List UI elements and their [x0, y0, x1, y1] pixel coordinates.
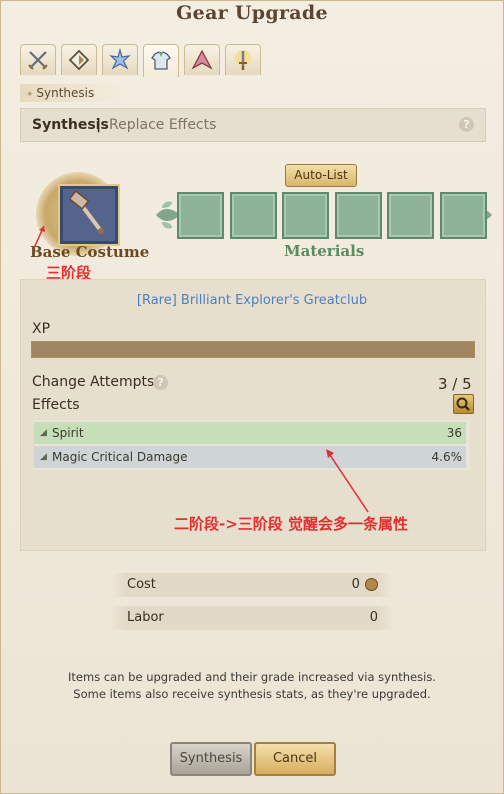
material-slot[interactable] — [439, 192, 487, 239]
greatclub-icon — [63, 189, 115, 241]
labor-row: Labor 0 — [110, 606, 394, 630]
help-icon[interactable]: ? — [459, 117, 474, 132]
change-attempts-text: Change Attempts — [32, 374, 155, 390]
subtab-separator: | — [96, 117, 102, 133]
xp-bar — [31, 341, 475, 358]
effect-value: 36 — [446, 426, 462, 440]
footnote-line-2: Some items also receive synthesis stats,… — [73, 687, 431, 701]
effect-bullet-icon: ◢ — [40, 428, 47, 438]
auto-list-button[interactable]: Auto-List — [285, 164, 357, 187]
breadcrumb-bullet-icon: ✦ — [26, 90, 37, 100]
info-footnote: Items can be upgraded and their grade in… — [0, 669, 504, 703]
cancel-button[interactable]: Cancel — [254, 742, 336, 776]
footnote-line-1: Items can be upgraded and their grade in… — [68, 670, 436, 684]
cost-amount: 0 — [351, 577, 360, 592]
effects-annotation-arrow-icon — [326, 449, 369, 513]
breadcrumb-label: Synthesis — [36, 86, 95, 100]
tab-ship[interactable] — [184, 44, 220, 75]
cost-row: Cost 0 — [110, 573, 394, 597]
effects-label: Effects — [32, 397, 80, 413]
arrowhead-icon — [191, 49, 213, 70]
effects-list: ◢ Spirit 36 ◢ Magic Critical Damage 4.6% — [34, 420, 470, 470]
gear-upgrade-window: Gear Upgrade ✦ Synthesis Synthesis | Rep… — [0, 0, 504, 794]
materials-label: Materials — [284, 242, 365, 260]
item-info-panel — [20, 279, 486, 551]
category-tabs — [20, 44, 266, 77]
change-attempts-label: Change Attempts — [32, 374, 154, 390]
cost-value: 0 — [352, 573, 378, 597]
xp-label: XP — [32, 321, 51, 337]
effect-row: ◢ Spirit 36 — [34, 422, 466, 444]
breadcrumb: ✦ Synthesis — [20, 84, 126, 102]
material-slots — [177, 192, 492, 239]
material-slot[interactable] — [177, 192, 224, 239]
sword-upgrade-icon — [235, 50, 251, 70]
tab-upgrade[interactable] — [225, 44, 261, 75]
gold-coin-icon — [365, 578, 378, 591]
item-name: [Rare] Brilliant Explorer's Greatclub — [136, 293, 368, 308]
effects-annotation: 二阶段->三阶段 觉醒会多一条属性 — [174, 515, 409, 533]
diamond-shield-icon — [68, 49, 90, 71]
crossed-swords-icon — [28, 51, 48, 70]
labor-label: Labor — [127, 610, 164, 625]
subtab-bar: Synthesis | Replace Effects ? — [20, 108, 486, 142]
effects-search-button[interactable] — [453, 394, 474, 414]
effect-row: ◢ Magic Critical Damage 4.6% — [34, 446, 466, 468]
xp-bar-fill — [32, 342, 474, 357]
tab-weapons[interactable] — [20, 44, 56, 75]
effect-value: 4.6% — [431, 450, 463, 464]
material-slot[interactable] — [229, 192, 277, 239]
subtab-replace-effects[interactable]: Replace Effects — [109, 109, 216, 141]
synthesis-button[interactable]: Synthesis — [170, 742, 252, 776]
window-title: Gear Upgrade — [176, 2, 328, 24]
magnifier-icon — [456, 397, 470, 411]
base-costume-slot[interactable] — [60, 186, 118, 244]
attempts-help-icon[interactable]: ? — [153, 375, 168, 390]
cost-label: Cost — [127, 577, 156, 592]
labor-value: 0 — [369, 610, 378, 625]
annotation-arrow-icon — [33, 225, 45, 249]
star-burst-icon — [109, 48, 131, 70]
tab-accessories[interactable] — [61, 44, 97, 75]
material-slot[interactable] — [282, 192, 329, 239]
effect-bullet-icon: ◢ — [40, 452, 47, 462]
material-slot[interactable] — [387, 192, 434, 239]
effect-name: Spirit — [52, 426, 84, 440]
tab-costume[interactable] — [143, 44, 179, 77]
effect-name: Magic Critical Damage — [52, 450, 188, 464]
armor-icon — [151, 51, 171, 70]
change-attempts-value: 3 / 5 — [438, 375, 472, 393]
material-slot[interactable] — [334, 192, 382, 239]
tab-gems[interactable] — [102, 44, 138, 75]
